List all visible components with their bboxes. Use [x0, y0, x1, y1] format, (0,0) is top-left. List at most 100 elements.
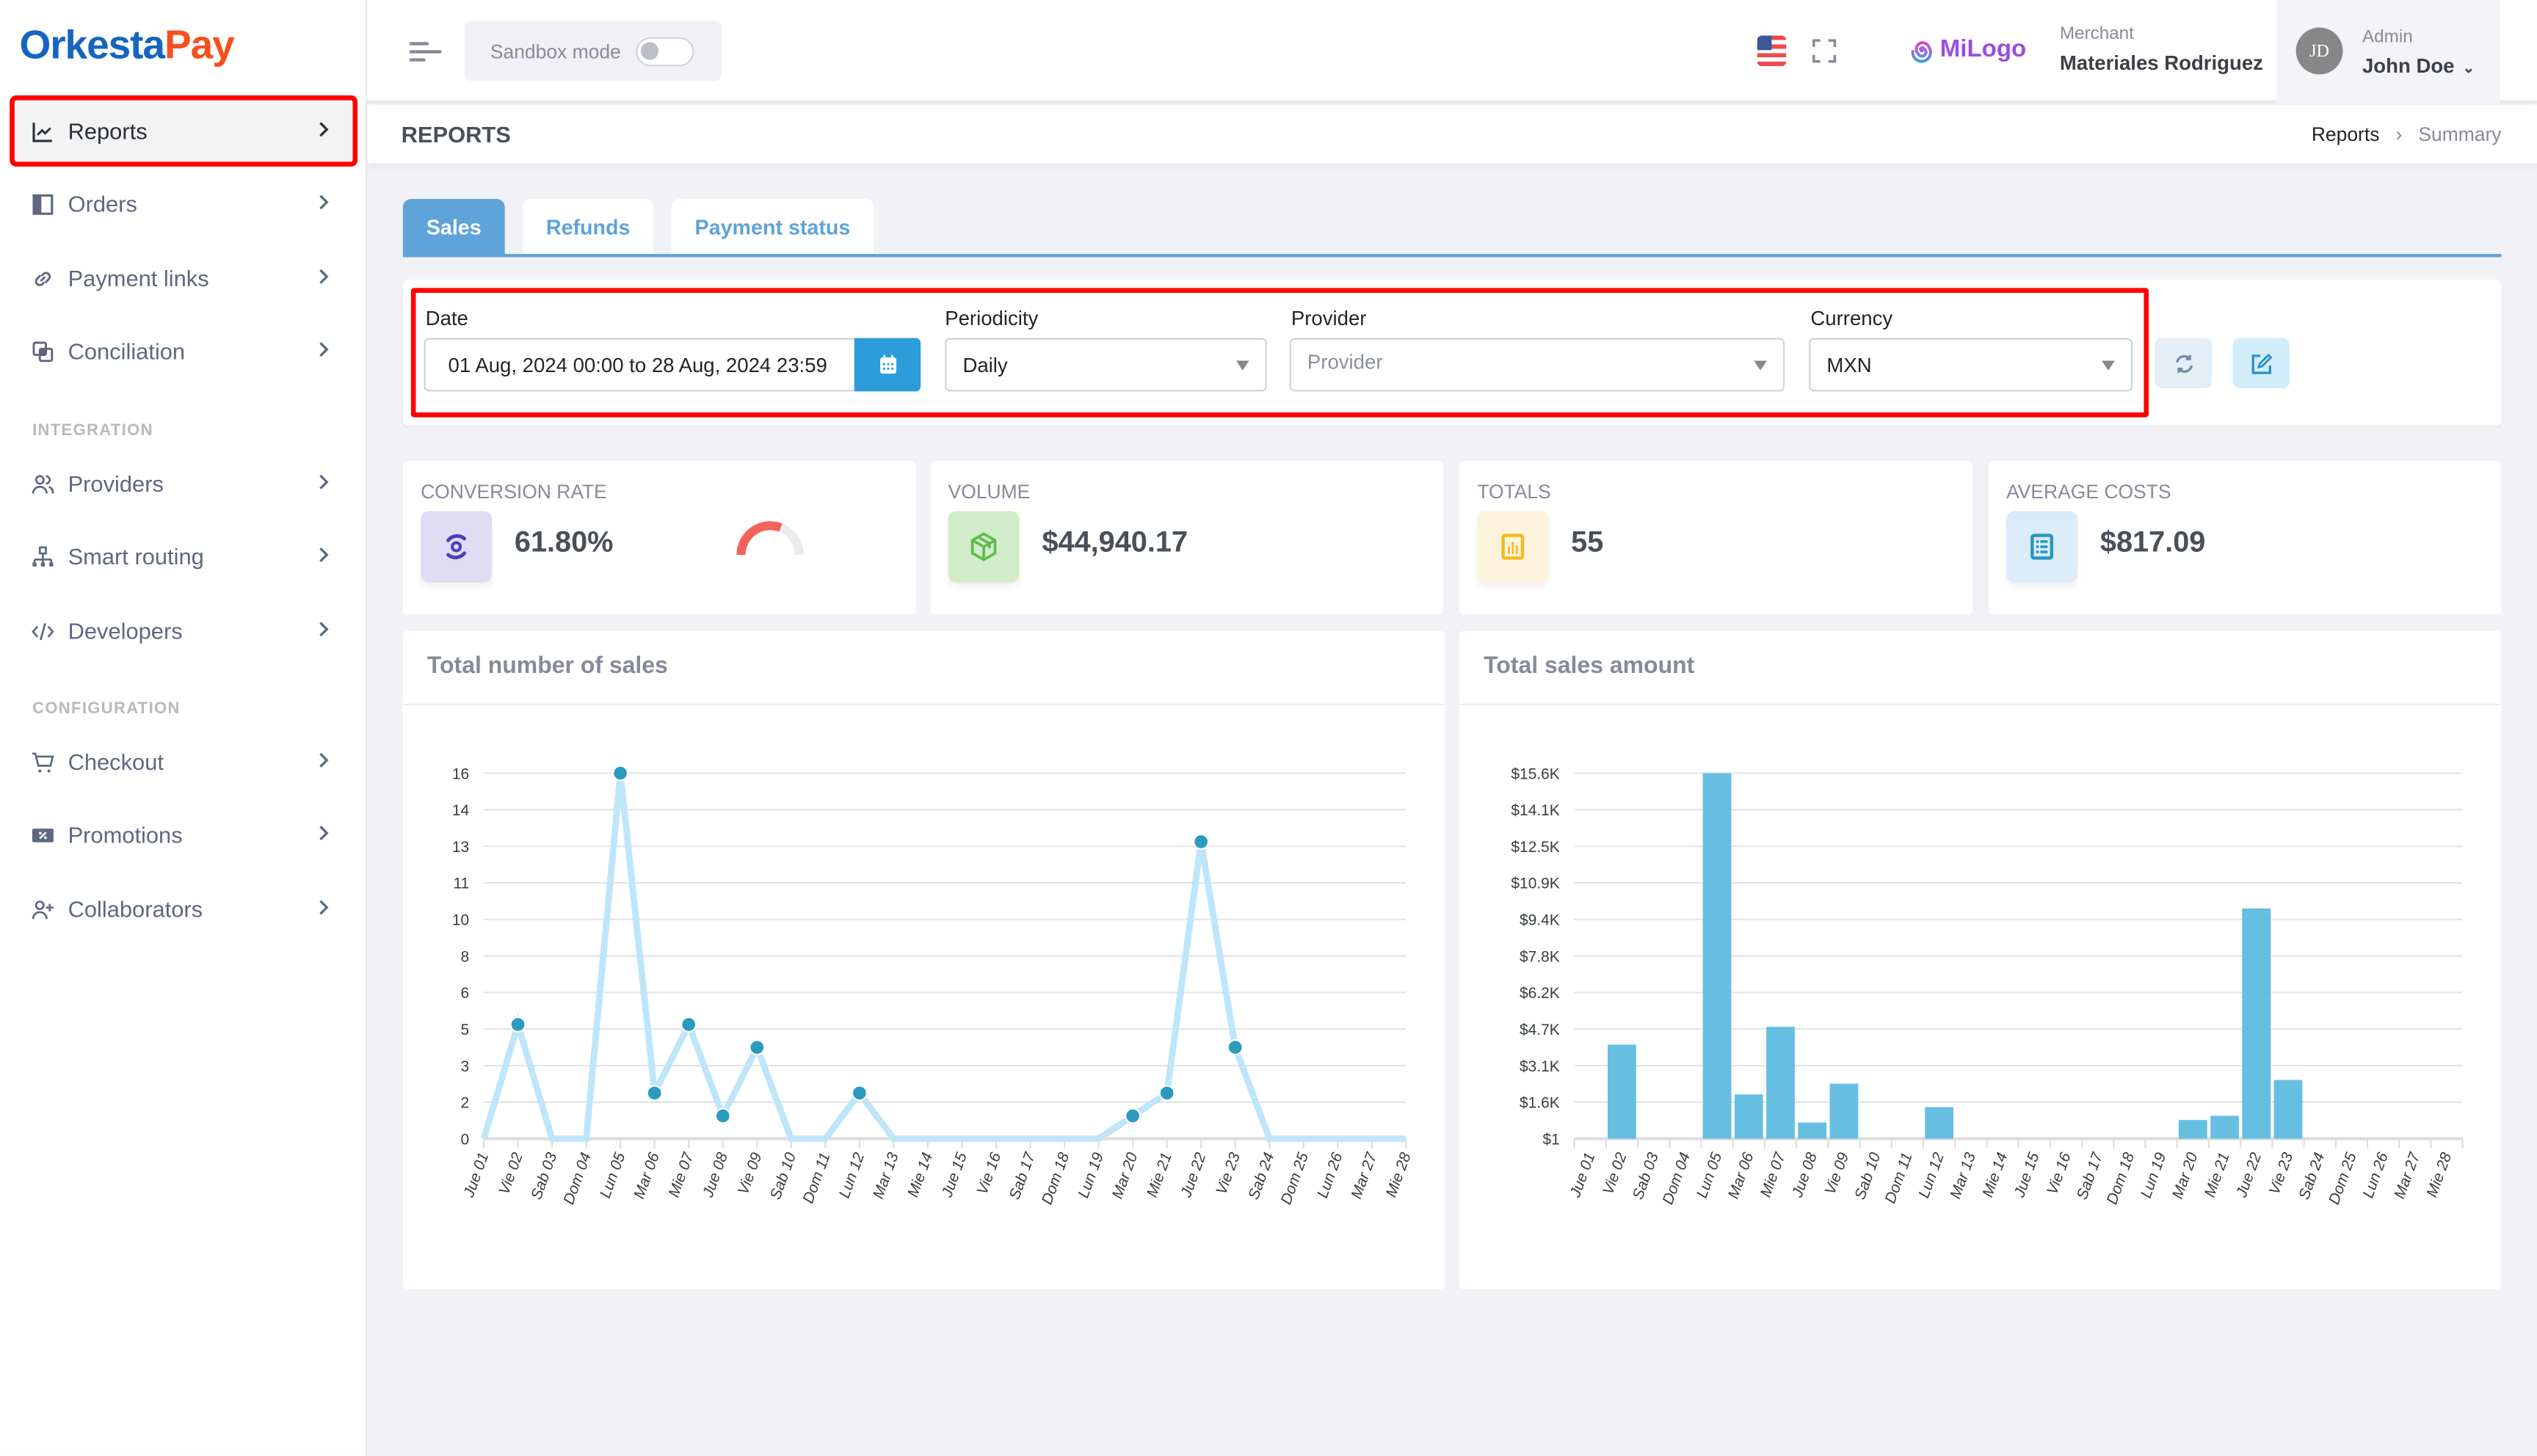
x-tick-label: Jue 15 [2011, 1150, 2043, 1200]
x-tick-label: Dom 04 [560, 1151, 595, 1207]
sidebar-item-smart-routing[interactable]: Smart routing [13, 524, 355, 589]
line-chart: 0 2 3 5 6 8 10 11 13 14 16 Jue 01 Vie 02 Sab 03 Dom 04… [452, 765, 1415, 1207]
chevron-right-icon [319, 547, 329, 562]
y-tick-label: 6 [461, 985, 470, 1002]
sidebar-item-reports[interactable]: Reports [10, 95, 358, 167]
calendar-button[interactable] [854, 338, 921, 392]
refresh-button[interactable] [2155, 338, 2213, 388]
x-tick-label: Mie 07 [1757, 1149, 1790, 1199]
x-tick-label: Sab 24 [1245, 1151, 1277, 1202]
sidebar-item-collaborators[interactable]: Collaborators [13, 877, 355, 942]
x-tick-label: Mie 14 [904, 1151, 936, 1200]
box-icon [948, 511, 1020, 583]
tab-refunds[interactable]: Refunds [522, 199, 654, 255]
sidebar: OrkestaPay Reports Orders Payment links … [0, 0, 368, 1456]
sidebar-item-label: Payment links [68, 265, 209, 291]
data-point [1227, 1039, 1244, 1056]
sandbox-toggle[interactable] [635, 36, 694, 66]
breadcrumb-separator-icon: › [2395, 123, 2403, 146]
data-point [714, 1107, 731, 1124]
date-label: Date [425, 307, 468, 330]
x-tick-label: Vie 09 [735, 1150, 766, 1197]
x-tick-label: Vie 16 [974, 1150, 1005, 1197]
sidebar-item-providers[interactable]: Providers [13, 451, 355, 516]
page-title-bar: REPORTS Reports › Summary [367, 105, 2537, 164]
sidebar-item-developers[interactable]: Developers [13, 599, 355, 663]
sidebar-item-payment-links[interactable]: Payment links [13, 246, 355, 310]
y-tick-label: 11 [453, 876, 469, 892]
stat-label: CONVERSION RATE [421, 480, 607, 503]
link-icon [29, 265, 55, 291]
y-tick-label: $4.7K [1520, 1022, 1560, 1038]
merchant-label: Merchant [2059, 24, 2134, 44]
chevron-right-icon [319, 342, 329, 357]
logo-part-2: Pay [164, 22, 235, 68]
merchant-name: Materiales Rodriguez [2059, 51, 2263, 75]
x-tick-label: Vie 09 [1821, 1150, 1852, 1197]
edit-button[interactable] [2232, 338, 2290, 388]
orkestapay-logo[interactable]: OrkestaPay [19, 22, 235, 70]
merchant-info: Merchant Materiales Rodriguez [2060, 24, 2263, 74]
x-tick-label: Dom 25 [1277, 1150, 1312, 1206]
periodicity-select[interactable]: Daily [945, 338, 1267, 392]
currency-value: MXN [1826, 353, 1872, 376]
sidebar-item-label: Orders [68, 191, 137, 217]
x-tick-label: Vie 02 [1600, 1150, 1630, 1197]
chevron-right-icon [319, 269, 329, 284]
currency-label: Currency [1810, 307, 1893, 330]
bar [1608, 1044, 1636, 1139]
sidebar-item-label: Smart routing [68, 543, 204, 569]
stat-card-totals: TOTALS 55 [1459, 461, 1972, 615]
bar [2242, 908, 2271, 1139]
sandbox-label: Sandbox mode [490, 40, 621, 62]
x-tick-label: Mar 20 [1109, 1150, 1142, 1201]
x-tick-label: Lun 19 [2138, 1150, 2170, 1200]
sidebar-item-checkout[interactable]: Checkout [13, 729, 355, 794]
x-tick-label: Jue 08 [700, 1150, 732, 1200]
date-range-input[interactable]: 01 Aug, 2024 00:00 to 28 Aug, 2024 23:59 [424, 338, 856, 392]
section-label-integration: INTEGRATION [32, 422, 153, 440]
us-flag-icon[interactable] [1757, 35, 1787, 67]
filter-card: Date 01 Aug, 2024 00:00 to 28 Aug, 2024 … [402, 280, 2502, 426]
x-tick-label: Lun 12 [836, 1150, 868, 1200]
bar [1766, 1027, 1795, 1139]
sidebar-item-orders[interactable]: Orders [13, 172, 355, 236]
sidebar-item-promotions[interactable]: Promotions [13, 802, 355, 867]
x-tick-label: Jue 22 [1177, 1150, 1210, 1200]
y-tick-label: 16 [452, 765, 469, 782]
breadcrumb-reports[interactable]: Reports [2312, 123, 2380, 146]
user-add-icon [29, 896, 55, 922]
y-tick-label: 5 [461, 1022, 470, 1038]
data-point [1158, 1085, 1175, 1102]
tab-sales[interactable]: Sales [402, 199, 505, 255]
chevron-right-icon [319, 826, 329, 841]
bar [1702, 773, 1732, 1139]
sidebar-item-label: Conciliation [68, 338, 186, 364]
x-tick-label: Dom 18 [1039, 1150, 1073, 1206]
bar-chart: $1 $1.6K $3.1K $4.7K $6.2K $7.8K $9.4K $10.9K $1… [1511, 765, 2464, 1206]
x-tick-label: Jue 08 [1789, 1150, 1821, 1200]
top-bar: Sandbox mode MiLogo Merchant Materiales … [367, 0, 2537, 104]
provider-select[interactable]: Provider [1289, 338, 1785, 392]
y-tick-label: $9.4K [1520, 912, 1560, 929]
currency-select[interactable]: MXN [1809, 338, 2133, 392]
merchant-logo: MiLogo [1909, 35, 2026, 63]
data-point [646, 1085, 663, 1102]
data-point [680, 1016, 697, 1033]
x-tick-label: Jue 01 [460, 1151, 492, 1201]
section-label-configuration: CONFIGURATION [32, 700, 181, 718]
x-tick-label: Mie 14 [1979, 1151, 2011, 1200]
sidebar-item-conciliation[interactable]: Conciliation [13, 318, 355, 383]
tab-payment-status[interactable]: Payment status [671, 199, 874, 255]
fullscreen-icon[interactable] [1812, 39, 1837, 63]
x-tick-label: Sab 24 [2295, 1151, 2328, 1202]
y-tick-label: $15.6K [1511, 765, 1559, 782]
x-tick-label: Jue 15 [938, 1150, 970, 1200]
user-menu[interactable]: JD Admin John Doe ⌄ [2276, 0, 2500, 104]
chart-card-total-sales-amount: Total sales amount $1 $1.6K $3.1K $4.7K $6.2… [1459, 630, 2502, 1289]
menu-icon[interactable] [409, 39, 442, 65]
conversion-icon [421, 511, 493, 583]
y-tick-label: $1 [1542, 1131, 1559, 1148]
bar [1734, 1094, 1763, 1139]
x-tick-label: Mar 27 [1348, 1149, 1380, 1201]
